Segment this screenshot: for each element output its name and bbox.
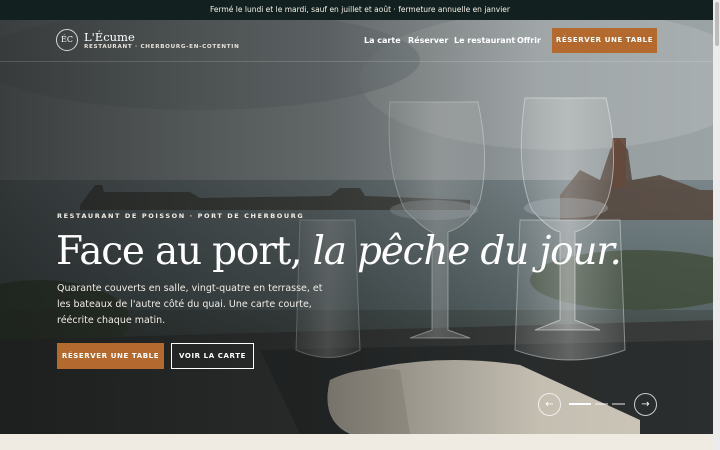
nav-link-reserver[interactable]: Réserver (408, 36, 448, 45)
hero-kicker: RESTAURANT DE POISSON · PORT DE CHERBOUR… (57, 212, 305, 220)
reserve-table-button[interactable]: RÉSERVER UNE TABLE (57, 343, 164, 369)
logo-icon[interactable]: ÉC (56, 29, 78, 51)
carousel-dot[interactable] (612, 403, 625, 405)
carousel-dot[interactable] (569, 403, 591, 405)
announcement-text: Fermé le lundi et le mardi, sauf en juil… (210, 5, 510, 14)
page: Fermé le lundi et le mardi, sauf en juil… (0, 0, 720, 450)
carousel-prev-button[interactable]: ← (538, 393, 561, 416)
hero-lede: Quarante couverts en salle, vingt-quatre… (57, 283, 323, 326)
next-section (0, 434, 713, 450)
top-nav: ÉC L'Écume RESTAURANT · CHERBOURG-EN-COT… (0, 20, 720, 62)
headline-italic: la pêche du jour. (312, 229, 622, 274)
scrollbar-thumb[interactable] (715, 2, 719, 46)
brand-name[interactable]: L'Écume (84, 30, 135, 44)
nav-link-offrir[interactable]: Offrir (517, 36, 541, 45)
arrow-right-icon: → (641, 399, 650, 410)
announcement-bar: Fermé le lundi et le mardi, sauf en juil… (0, 0, 720, 20)
arrow-left-icon: ← (545, 399, 554, 410)
view-menu-button[interactable]: VOIR LA CARTE (171, 343, 254, 369)
hero-headline: Face au port, la pêche du jour. (56, 226, 622, 278)
brand-tagline: RESTAURANT · CHERBOURG-EN-COTENTIN (84, 44, 240, 50)
nav-reserve-button[interactable]: RÉSERVER UNE TABLE (552, 28, 657, 53)
nav-link-la-carte[interactable]: La carte (364, 36, 401, 45)
nav-link-le-restaurant[interactable]: Le restaurant (454, 36, 515, 45)
scrollbar-track[interactable] (713, 0, 720, 450)
carousel-next-button[interactable]: → (634, 393, 657, 416)
carousel-dot[interactable] (595, 403, 608, 405)
headline-regular: Face au port, (56, 229, 313, 274)
